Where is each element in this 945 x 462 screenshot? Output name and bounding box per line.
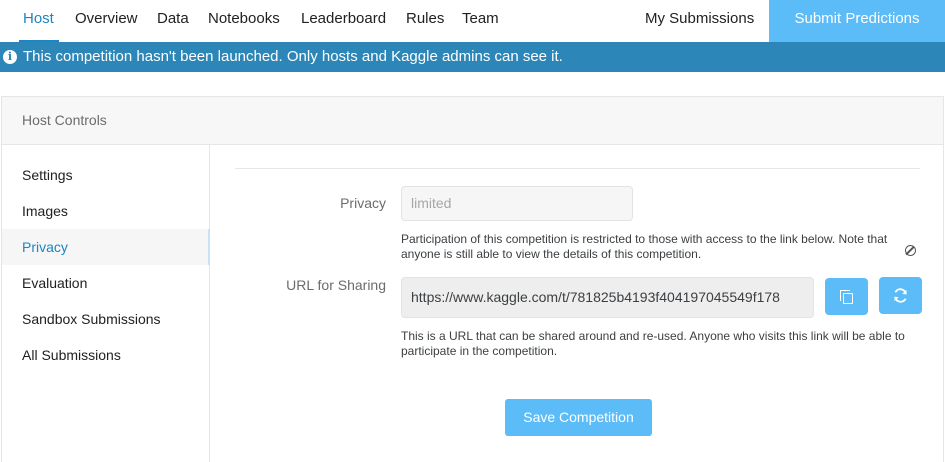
regenerate-url-button[interactable]	[879, 277, 922, 314]
tab-overview[interactable]: Overview	[75, 0, 138, 42]
tab-notebooks[interactable]: Notebooks	[208, 0, 280, 42]
section-divider	[235, 168, 920, 169]
my-submissions-link[interactable]: My Submissions	[645, 0, 754, 42]
sidebar-item-images[interactable]: Images	[2, 193, 210, 229]
privacy-field[interactable]: limited	[401, 186, 633, 221]
refresh-icon	[894, 288, 907, 303]
copy-url-button[interactable]	[825, 278, 868, 315]
sidebar-item-settings[interactable]: Settings	[2, 157, 210, 193]
tab-leaderboard[interactable]: Leaderboard	[301, 0, 386, 42]
top-nav: Host Overview Data Notebooks Leaderboard…	[0, 0, 945, 42]
card-header: Host Controls	[2, 97, 943, 145]
tab-host[interactable]: Host	[23, 0, 54, 42]
sidebar-item-evaluation[interactable]: Evaluation	[2, 265, 210, 301]
save-competition-button[interactable]: Save Competition	[505, 399, 652, 436]
host-controls-card: Host Controls Settings Images Privacy Ev…	[1, 96, 944, 462]
submit-predictions-button[interactable]: Submit Predictions	[769, 0, 945, 42]
privacy-label: Privacy	[340, 195, 386, 211]
privacy-settings-panel: Privacy limited Participation of this co…	[211, 145, 943, 462]
tab-data[interactable]: Data	[157, 0, 189, 42]
sidebar-item-privacy[interactable]: Privacy	[2, 229, 210, 265]
tab-team[interactable]: Team	[462, 0, 499, 42]
tab-rules[interactable]: Rules	[406, 0, 444, 42]
host-controls-title: Host Controls	[22, 112, 107, 128]
unlaunched-banner: i This competition hasn't been launched.…	[0, 42, 945, 72]
sidebar-item-sandbox-submissions[interactable]: Sandbox Submissions	[2, 301, 210, 337]
privacy-help-text: Participation of this competition is res…	[401, 232, 888, 261]
url-help-text: This is a URL that can be shared around …	[401, 329, 905, 358]
sharing-url-field[interactable]: https://www.kaggle.com/t/781825b4193f404…	[401, 277, 814, 318]
url-label: URL for Sharing	[286, 277, 386, 293]
info-icon: i	[3, 50, 17, 64]
copy-icon	[840, 290, 854, 304]
host-controls-sidebar: Settings Images Privacy Evaluation Sandb…	[2, 145, 210, 462]
sidebar-item-all-submissions[interactable]: All Submissions	[2, 337, 210, 373]
banner-text: This competition hasn't been launched. O…	[23, 48, 563, 65]
